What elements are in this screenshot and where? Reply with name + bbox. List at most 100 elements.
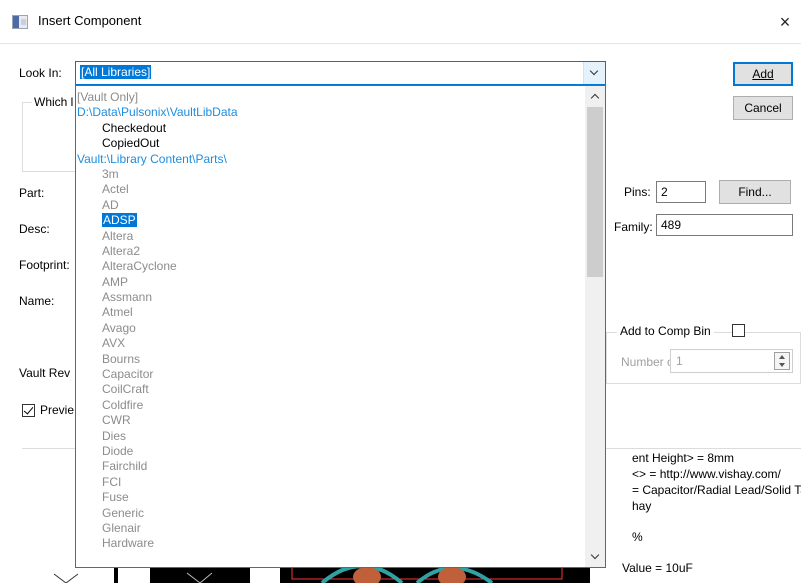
look-in-label: Look In: [19, 66, 62, 80]
library-item-label: AlteraCyclone [102, 259, 177, 274]
library-item-label: Fuse [102, 490, 129, 505]
library-list-item[interactable]: Capacitor [76, 367, 587, 382]
library-item-label: Coldfire [102, 397, 144, 412]
library-list-item[interactable]: Actel [76, 182, 587, 197]
pins-label: Pins: [624, 185, 651, 199]
name-label: Name: [19, 294, 55, 308]
library-list-item[interactable]: 3m [76, 167, 587, 182]
library-list-item[interactable]: CoilCraft [76, 382, 587, 397]
library-list-item[interactable]: Atmel [76, 305, 587, 320]
library-list-item[interactable]: D:\Data\Pulsonix\VaultLibData [76, 105, 587, 120]
library-list-item[interactable]: AlteraCyclone [76, 259, 587, 274]
library-item-label: Hardware [102, 536, 155, 551]
library-list-item[interactable]: Fuse [76, 490, 587, 505]
library-item-label: AVX [102, 336, 126, 351]
library-list-item[interactable]: AD [76, 198, 587, 213]
library-item-label: Atmel [102, 305, 133, 320]
library-item-label: Bourns [102, 351, 141, 366]
library-item-label: Altera2 [102, 243, 141, 258]
dropdown-scrollbar[interactable] [585, 86, 605, 567]
library-list-item[interactable]: Diode [76, 444, 587, 459]
library-item-label: CopiedOut [102, 136, 160, 151]
library-item-label: Assmann [102, 290, 153, 305]
library-list-item[interactable]: Generic [76, 506, 587, 521]
library-item-label: Avago [102, 320, 136, 335]
library-list-item[interactable]: ADSP [76, 213, 587, 228]
library-item-label: Dies [102, 428, 127, 443]
library-list-item[interactable]: Altera [76, 229, 587, 244]
desc-label: Desc: [19, 222, 50, 236]
preview-line: <> = http://www.vishay.com/ [632, 467, 781, 481]
library-item-label: AMP [102, 274, 129, 289]
library-list-item[interactable]: Hardware [76, 536, 587, 551]
library-list-item[interactable]: Glenair [76, 521, 587, 536]
library-list-item[interactable]: Checkedout [76, 121, 587, 136]
preview-label: Previe [40, 403, 75, 417]
library-item-label: Altera [102, 228, 134, 243]
library-list-item[interactable]: [Vault Only] [76, 90, 587, 105]
spin-arrows-icon[interactable] [774, 352, 790, 370]
library-item-label: CoilCraft [102, 382, 149, 397]
number-of-copies-stepper[interactable]: 1 [670, 349, 793, 373]
library-item-label: Glenair [102, 520, 141, 535]
library-list-item[interactable]: Dies [76, 429, 587, 444]
which-label: Which l [32, 95, 76, 109]
footprint-label: Footprint: [19, 258, 70, 272]
library-item-label: [Vault Only] [77, 90, 139, 104]
library-list-item[interactable]: Fairchild [76, 459, 587, 474]
library-list: [Vault Only] D:\Data\Pulsonix\VaultLibDat… [76, 86, 587, 552]
preview-line: ent Height> = 8mm [632, 451, 735, 465]
window-title: Insert Component [38, 13, 142, 28]
look-in-value: [All Libraries] [80, 65, 152, 79]
preview-line: = Capacitor/Radial Lead/Solid Tar [632, 483, 801, 497]
library-item-label: D:\Data\Pulsonix\VaultLibData [77, 105, 238, 120]
vault-rev-label: Vault Rev [19, 366, 71, 380]
library-item-label: Generic [102, 505, 145, 520]
part-label: Part: [19, 186, 45, 200]
title-bar: Insert Component × [0, 0, 801, 44]
library-item-label: Capacitor [102, 367, 154, 382]
library-item-label: Actel [102, 182, 129, 197]
library-list-item[interactable]: CWR [76, 413, 587, 428]
library-item-label: CWR [102, 413, 131, 428]
library-list-item[interactable]: Altera2 [76, 244, 587, 259]
add-to-comp-bin-checkbox[interactable] [732, 324, 745, 337]
family-label: Family: [614, 220, 653, 234]
pins-field[interactable]: 2 [656, 181, 706, 203]
library-item-label: Diode [102, 443, 134, 458]
library-item-label: 3m [102, 166, 119, 181]
chevron-up-icon[interactable] [590, 93, 600, 103]
chevron-down-icon[interactable] [590, 550, 600, 560]
library-list-item[interactable]: AMP [76, 275, 587, 290]
library-list-item[interactable]: Avago [76, 321, 587, 336]
add-to-comp-bin-label: Add to Comp Bin [617, 324, 714, 338]
library-list-item[interactable]: AVX [76, 336, 587, 351]
copies-value: 1 [676, 354, 683, 368]
library-list-item[interactable]: CopiedOut [76, 136, 587, 151]
library-dropdown[interactable]: [Vault Only] D:\Data\Pulsonix\VaultLibDat… [75, 85, 606, 568]
library-item-label: Fairchild [102, 459, 148, 474]
cancel-button[interactable]: Cancel [733, 96, 793, 120]
library-item-label: FCI [102, 474, 122, 489]
look-in-combo[interactable]: [All Libraries] [75, 61, 606, 85]
library-item-label: ADSP [102, 213, 137, 228]
library-list-item[interactable]: Bourns [76, 352, 587, 367]
preview-line: % [632, 530, 643, 544]
library-list-item[interactable]: Coldfire [76, 398, 587, 413]
family-field[interactable]: 489 [656, 214, 793, 236]
library-item-label: Vault:\Library Content\Parts\ [77, 151, 227, 166]
preview-line: Value = 10uF [622, 561, 693, 575]
find-button[interactable]: Find... [719, 180, 791, 204]
scrollbar-thumb[interactable] [587, 107, 603, 277]
add-button[interactable]: Add [733, 62, 793, 86]
which-groupbox [22, 102, 82, 172]
library-list-item[interactable]: FCI [76, 475, 587, 490]
preview-line: hay [632, 499, 652, 513]
preview-checkbox[interactable] [22, 404, 35, 417]
library-list-item[interactable]: Assmann [76, 290, 587, 305]
library-list-item[interactable]: Vault:\Library Content\Parts\ [76, 152, 587, 167]
close-icon[interactable]: × [771, 8, 799, 36]
chevron-down-icon[interactable] [583, 62, 605, 84]
app-icon [12, 15, 28, 29]
library-item-label: Checkedout [102, 120, 167, 135]
